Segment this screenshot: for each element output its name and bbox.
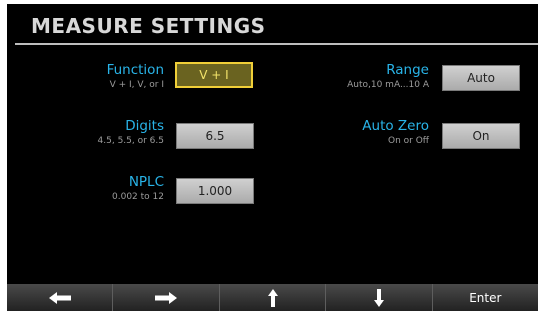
digits-hint: 4.5, 5.5, or 6.5	[97, 136, 164, 146]
nav-enter-button[interactable]: Enter	[433, 284, 538, 311]
nplc-button[interactable]: 1.000	[176, 178, 254, 204]
range-hint: Auto,10 mA...10 A	[347, 80, 429, 90]
auto-zero-label: Auto Zero	[362, 118, 429, 134]
range-label: Range	[386, 62, 429, 78]
arrow-down-icon	[373, 288, 384, 307]
auto-zero-hint: On or Off	[387, 136, 429, 146]
digits-label: Digits	[125, 118, 164, 134]
title-divider	[15, 43, 538, 45]
function-button[interactable]: V + I	[175, 62, 253, 88]
arrow-left-icon	[48, 291, 71, 304]
nav-right-button[interactable]	[113, 284, 220, 311]
display-area: MEASURE SETTINGS Function V + I, V, or I…	[7, 4, 538, 284]
nav-down-button[interactable]	[326, 284, 433, 311]
page-title: MEASURE SETTINGS	[31, 14, 266, 38]
nav-left-button[interactable]	[7, 284, 114, 311]
nav-up-button[interactable]	[220, 284, 327, 311]
function-label: Function	[106, 62, 164, 78]
arrow-right-icon	[155, 291, 178, 304]
arrow-up-icon	[267, 288, 278, 307]
nplc-hint: 0.002 to 12	[112, 192, 164, 202]
navigation-bar: Enter	[7, 284, 538, 311]
auto-zero-button[interactable]: On	[442, 123, 520, 149]
digits-button[interactable]: 6.5	[176, 123, 254, 149]
nplc-label: NPLC	[128, 174, 164, 190]
enter-label: Enter	[469, 290, 502, 305]
function-hint: V + I, V, or I	[109, 80, 164, 90]
instrument-screen: MEASURE SETTINGS Function V + I, V, or I…	[0, 0, 545, 311]
range-button[interactable]: Auto	[442, 65, 520, 91]
